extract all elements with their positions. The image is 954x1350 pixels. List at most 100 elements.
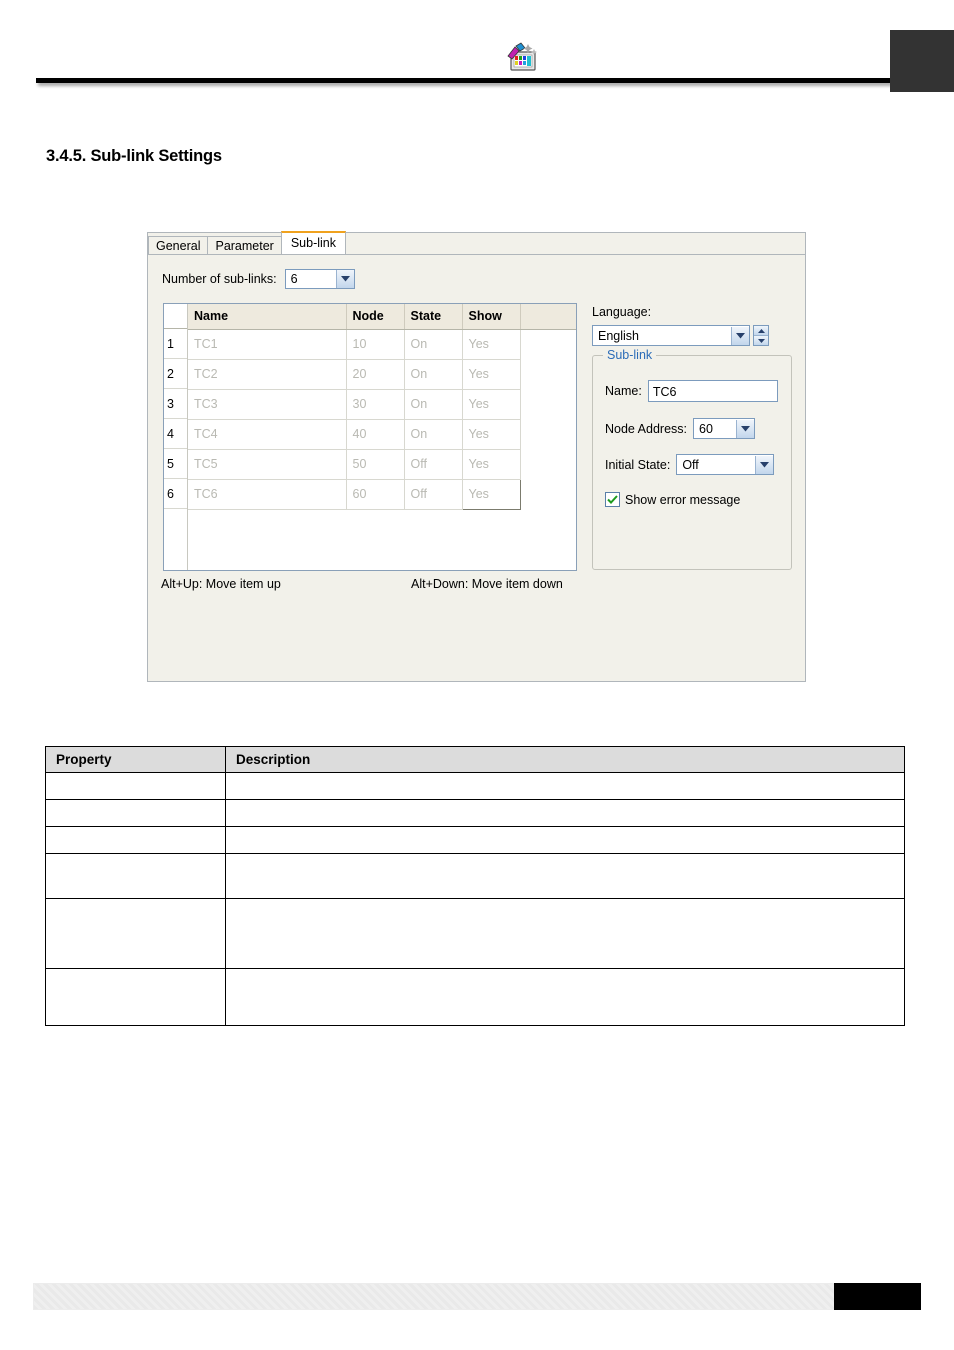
- table-row: [45, 968, 905, 1026]
- sublink-node-value: 60: [699, 421, 713, 436]
- cell-node[interactable]: 30: [346, 389, 405, 420]
- column-header-show[interactable]: Show: [462, 304, 521, 330]
- grid-header-row: Name Node State Show: [188, 304, 576, 330]
- table-row[interactable]: TC6 60 Off Yes: [188, 478, 576, 510]
- number-of-sublinks-label: Number of sub-links:: [162, 272, 277, 286]
- cell-state[interactable]: On: [404, 359, 463, 390]
- sublink-node-label: Node Address:: [605, 421, 687, 436]
- tab-parameter[interactable]: Parameter: [207, 236, 282, 255]
- page-title: 3.4.5. Sub-link Settings: [46, 147, 222, 165]
- language-spinner[interactable]: [753, 325, 769, 346]
- number-of-sublinks-dropdown[interactable]: 6: [284, 269, 355, 289]
- cell-state[interactable]: On: [404, 329, 463, 360]
- sublink-name-label: Name:: [605, 384, 642, 398]
- cell-state[interactable]: Off: [404, 449, 463, 480]
- table-row: [45, 799, 905, 827]
- cell-show[interactable]: Yes: [462, 449, 521, 480]
- number-of-sublinks-value: 6: [290, 272, 298, 286]
- graphics-editor-icon: [505, 42, 539, 72]
- language-dropdown[interactable]: English: [592, 325, 750, 346]
- grid-row-number[interactable]: 3: [164, 389, 187, 419]
- cell-node[interactable]: 20: [346, 359, 405, 390]
- sublink-state-row: Initial State: Off: [605, 454, 775, 475]
- column-header-property: Property: [45, 746, 226, 773]
- sublink-initial-state-dropdown[interactable]: Off: [676, 454, 775, 475]
- table-row[interactable]: TC1 10 On Yes: [188, 329, 576, 360]
- tab-general[interactable]: General: [148, 236, 209, 255]
- table-row[interactable]: TC5 50 Off Yes: [188, 449, 576, 480]
- grid-row-number[interactable]: 2: [164, 359, 187, 389]
- tab-panel-sublink: Number of sub-links: 6 1 2 3 4 5 6 Name …: [148, 254, 805, 681]
- page-footer-bar: [33, 1283, 921, 1310]
- cell-show[interactable]: Yes: [462, 359, 521, 390]
- cell-property: [45, 772, 226, 800]
- cell-node[interactable]: 40: [346, 419, 405, 450]
- column-header-description: Description: [225, 746, 905, 773]
- table-row: [45, 898, 905, 969]
- cell-name[interactable]: TC2: [188, 359, 347, 390]
- sublink-name-input[interactable]: TC6: [647, 380, 778, 402]
- cell-show[interactable]: Yes: [462, 419, 521, 450]
- language-row: English: [592, 325, 769, 346]
- header-corner-block: [890, 30, 954, 92]
- cell-node[interactable]: 60: [346, 479, 405, 510]
- column-header-node[interactable]: Node: [346, 304, 405, 330]
- table-row: [45, 826, 905, 854]
- grid-corner-cell: [164, 304, 187, 329]
- grid-row-header-column: 1 2 3 4 5 6: [164, 304, 188, 570]
- sublink-settings-dialog: General Parameter Sub-link Number of sub…: [147, 231, 806, 682]
- chevron-down-icon: [731, 326, 749, 345]
- column-header-name[interactable]: Name: [188, 304, 347, 330]
- sublink-node-dropdown[interactable]: 60: [693, 418, 755, 439]
- cell-property: [45, 853, 226, 899]
- cell-node[interactable]: 50: [346, 449, 405, 480]
- chevron-down-icon: [335, 270, 354, 288]
- chevron-down-icon: [755, 455, 774, 474]
- spinner-down-icon[interactable]: [754, 336, 768, 345]
- cell-state[interactable]: Off: [404, 479, 463, 510]
- show-error-message-label: Show error message: [625, 492, 741, 507]
- cell-filler: [520, 359, 576, 389]
- sublink-initial-state-value: Off: [682, 457, 699, 472]
- column-header-filler: [520, 304, 576, 330]
- cell-name[interactable]: TC1: [188, 329, 347, 360]
- cell-state[interactable]: On: [404, 419, 463, 450]
- cell-description: [225, 826, 905, 854]
- cell-show[interactable]: Yes: [462, 329, 521, 360]
- cell-filler: [520, 329, 576, 359]
- chevron-down-icon: [736, 419, 754, 438]
- cell-filler: [520, 479, 576, 509]
- cell-property: [45, 826, 226, 854]
- table-row: [45, 853, 905, 899]
- grid-row-number[interactable]: 6: [164, 479, 187, 509]
- spinner-up-icon[interactable]: [754, 326, 768, 336]
- sublink-grid[interactable]: 1 2 3 4 5 6 Name Node State Show TC1 10 …: [163, 303, 577, 571]
- table-row[interactable]: TC2 20 On Yes: [188, 359, 576, 390]
- cell-state[interactable]: On: [404, 389, 463, 420]
- cell-show[interactable]: Yes: [462, 389, 521, 420]
- table-row[interactable]: TC4 40 On Yes: [188, 419, 576, 450]
- cell-description: [225, 968, 905, 1026]
- tab-sublink[interactable]: Sub-link: [280, 231, 347, 254]
- show-error-message-checkbox-row[interactable]: Show error message: [605, 492, 740, 507]
- cell-name[interactable]: TC6: [188, 479, 347, 510]
- table-row[interactable]: TC3 30 On Yes: [188, 389, 576, 420]
- checkmark-icon[interactable]: [605, 492, 620, 507]
- table-row: [45, 772, 905, 800]
- cell-name[interactable]: TC4: [188, 419, 347, 450]
- cell-name[interactable]: TC3: [188, 389, 347, 420]
- grid-row-number[interactable]: 4: [164, 419, 187, 449]
- grid-row-number[interactable]: 5: [164, 449, 187, 479]
- cell-filler: [520, 419, 576, 449]
- language-label: Language:: [592, 305, 652, 319]
- grid-row-number[interactable]: 1: [164, 329, 187, 359]
- cell-name[interactable]: TC5: [188, 449, 347, 480]
- cell-node[interactable]: 10: [346, 329, 405, 360]
- column-header-state[interactable]: State: [404, 304, 463, 330]
- cell-show-selected[interactable]: Yes: [461, 478, 521, 510]
- grid-empty-space: [188, 509, 576, 568]
- cell-property: [45, 898, 226, 969]
- grid-data-area: Name Node State Show TC1 10 On Yes TC2 2…: [188, 304, 576, 570]
- property-table-header-row: Property Description: [45, 746, 905, 773]
- sublink-state-label: Initial State:: [605, 457, 671, 472]
